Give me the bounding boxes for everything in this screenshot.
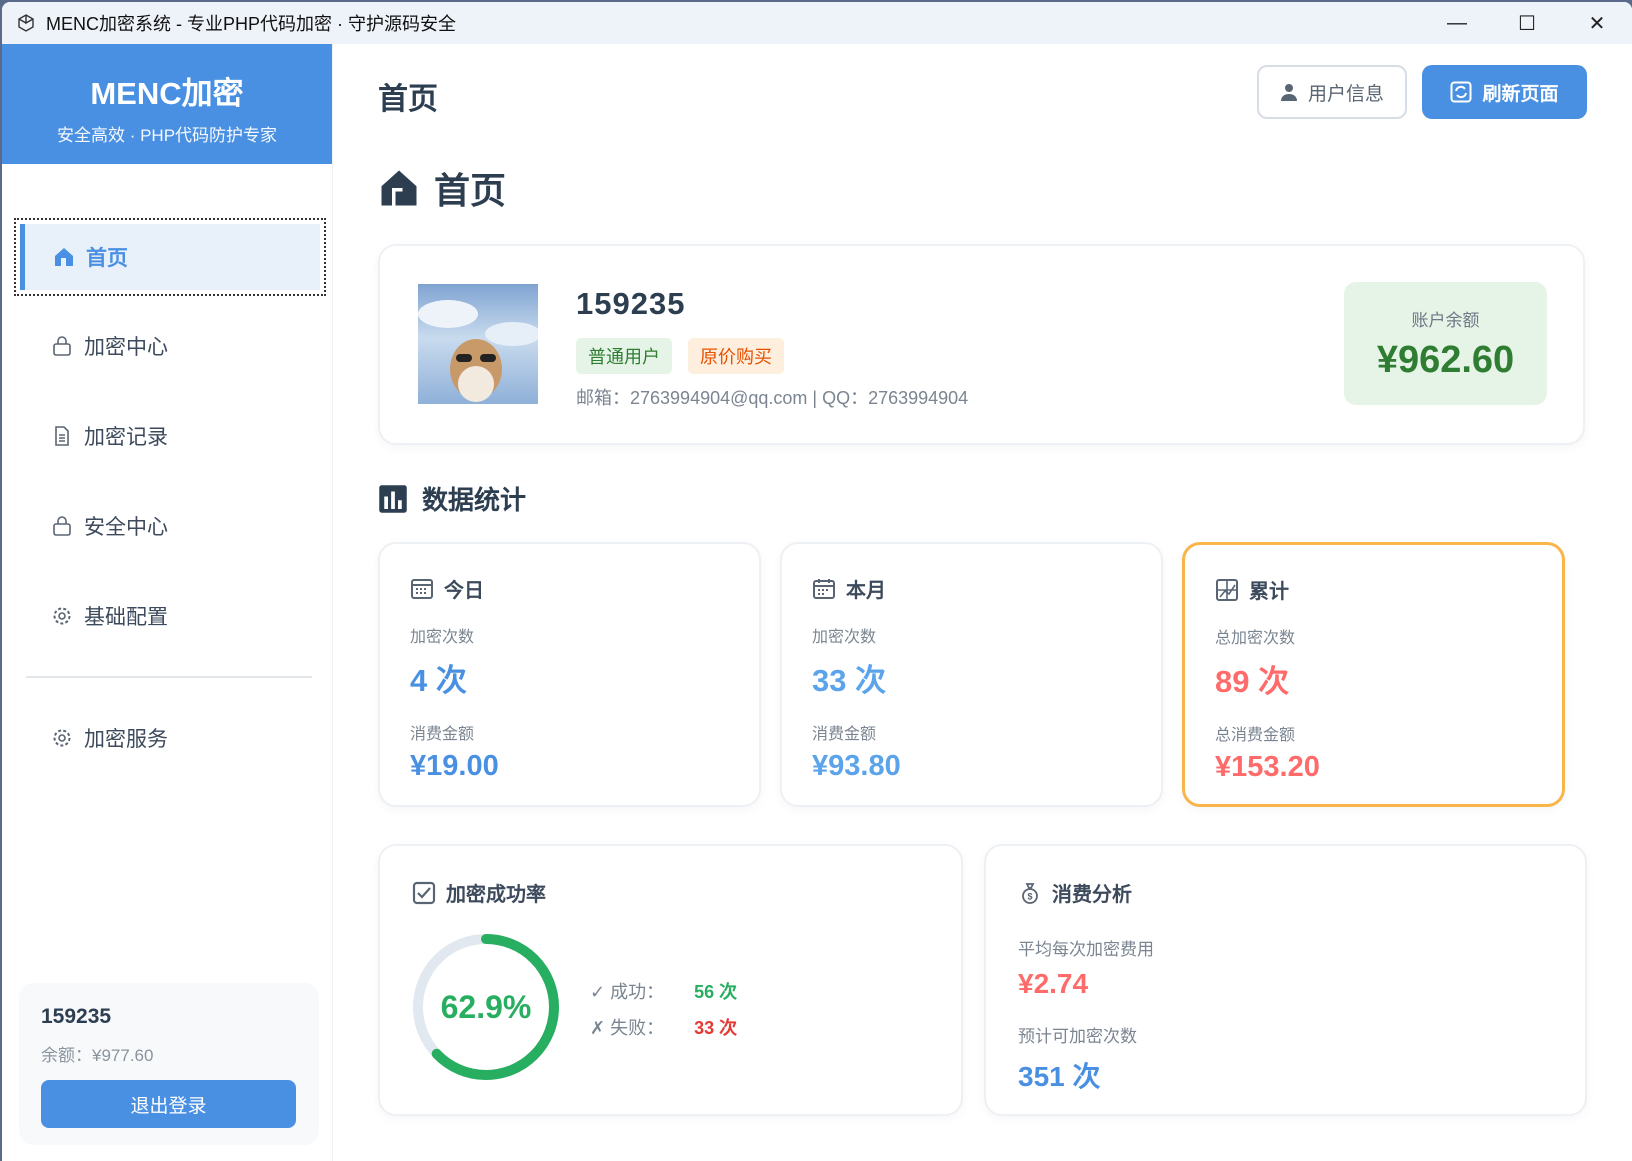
calendar-icon [813, 578, 835, 599]
maximize-button[interactable]: ☐ [1492, 2, 1562, 44]
lock-icon [53, 516, 71, 536]
profile-contact: 邮箱：2763994904@qq.com | QQ：2763994904 [576, 388, 969, 408]
sidebar-divider [26, 676, 312, 678]
estimated-count-label: 预计可加密次数 [1018, 1027, 1137, 1046]
checkbox-icon [412, 881, 436, 904]
page-title: 首页 [378, 83, 438, 116]
sidebar-item-security-center[interactable]: 安全中心 [20, 493, 320, 559]
stat-amount: ¥19.00 [410, 750, 499, 782]
gear-icon [53, 729, 71, 747]
stat-count: 89 次 [1215, 664, 1290, 699]
success-rate-value: 62.9% [440, 988, 532, 1025]
analysis-title: 消费分析 [1052, 884, 1132, 906]
stat-card-month: 本月 加密次数 33 次 消费金额 ¥93.80 [780, 542, 1163, 807]
estimated-count-value: 351 次 [1018, 1061, 1101, 1092]
success-label: ✓ 成功： [590, 982, 665, 1002]
sidebar-item-home[interactable]: 首页 [14, 218, 326, 296]
success-legend: ✓ 成功： 56 次 ✗ 失败： 33 次 [590, 974, 737, 1046]
calendar-icon [411, 578, 433, 599]
stat-count-label: 加密次数 [812, 629, 877, 646]
stat-count: 4 次 [410, 663, 467, 698]
user-info-label: 用户信息 [1307, 83, 1384, 105]
grid-chart-icon [1216, 578, 1238, 601]
refresh-label: 刷新页面 [1482, 83, 1559, 105]
app-icon [18, 14, 34, 32]
stat-card-today: 今日 加密次数 4 次 消费金额 ¥19.00 [378, 542, 761, 807]
brand-name: MENC加密 [90, 76, 244, 111]
stat-amount: ¥93.80 [812, 750, 901, 782]
sidebar-item-label: 加密中心 [84, 336, 168, 359]
success-count: 56 次 [694, 982, 738, 1002]
fail-label: ✗ 失败： [590, 1018, 665, 1038]
close-button[interactable]: ✕ [1562, 2, 1632, 44]
lock-icon [53, 336, 71, 356]
stat-title: 今日 [444, 580, 484, 602]
stat-amount-label: 消费金额 [410, 726, 475, 743]
stat-amount: ¥153.20 [1215, 751, 1320, 783]
sidebar-item-label: 安全中心 [84, 516, 168, 539]
stats-heading: 数据统计 [378, 480, 526, 517]
stat-count: 33 次 [812, 663, 887, 698]
document-icon [55, 426, 69, 446]
sidebar-item-encrypt-service[interactable]: 加密服务 [20, 705, 320, 771]
title-bar: MENC加密系统 - 专业PHP代码加密 · 守护源码安全 [2, 2, 1632, 44]
page-heading-text: 首页 [434, 170, 507, 211]
brand-header: MENC加密 安全高效 · PHP代码防护专家 [2, 44, 332, 164]
sidebar-item-label: 首页 [86, 247, 128, 270]
brand-slogan: 安全高效 · PHP代码防护专家 [56, 126, 278, 145]
sidebar-item-label: 加密记录 [84, 426, 168, 449]
stat-count-label: 加密次数 [410, 629, 475, 646]
success-rate-card: 加密成功率 62.9% ✓ 成功： 56 次 ✗ 失败： 33 次 [378, 844, 963, 1116]
page-heading: 首页 [378, 162, 506, 214]
main-content: 首页 用户信息 刷新页面 首页 159235 普通用户 原价购买 邮箱：2763… [333, 44, 1632, 1161]
fail-count: 33 次 [694, 1018, 738, 1038]
refresh-icon [1450, 81, 1472, 103]
sidebar-user-balance: 余额：¥977.60 [41, 1046, 154, 1065]
user-type-badge: 普通用户 [576, 338, 672, 374]
user-info-button[interactable]: 用户信息 [1257, 65, 1407, 119]
success-rate-title: 加密成功率 [446, 884, 546, 906]
balance-label: 账户余额 [1411, 311, 1480, 330]
sidebar-user-box: 159235 余额：¥977.60 退出登录 [19, 983, 319, 1145]
stat-amount-label: 总消费金额 [1215, 727, 1296, 744]
stat-card-total: 累计 总加密次数 89 次 总消费金额 ¥153.20 [1182, 542, 1565, 807]
home-icon [381, 170, 417, 206]
user-icon [1280, 84, 1297, 101]
minimize-button[interactable]: — [1422, 2, 1492, 44]
stat-title: 累计 [1249, 581, 1289, 603]
profile-card: 159235 普通用户 原价购买 邮箱：2763994904@qq.com | … [378, 244, 1585, 445]
money-bag-icon: $ [1022, 882, 1038, 904]
sidebar-item-label: 加密服务 [84, 728, 168, 751]
sidebar-item-basic-config[interactable]: 基础配置 [20, 583, 320, 649]
sidebar-item-encrypt-center[interactable]: 加密中心 [20, 313, 320, 379]
stat-title: 本月 [846, 580, 886, 602]
svg-text:$: $ [1027, 891, 1032, 901]
window-title: MENC加密系统 - 专业PHP代码加密 · 守护源码安全 [46, 14, 456, 34]
app-window: MENC加密系统 - 专业PHP代码加密 · 守护源码安全 — ☐ ✕ MENC… [2, 2, 1632, 1161]
sidebar-user-id: 159235 [41, 1005, 112, 1028]
avatar [418, 284, 538, 404]
sidebar: MENC加密 安全高效 · PHP代码防护专家 首页 加密中心 加密记录 安全中… [2, 44, 333, 1161]
bar-chart-icon [379, 484, 407, 513]
sidebar-item-label: 基础配置 [84, 606, 168, 629]
home-icon [55, 248, 73, 266]
avg-cost-value: ¥2.74 [1018, 968, 1089, 999]
consumption-analysis-card: $ 消费分析 平均每次加密费用 ¥2.74 预计可加密次数 351 次 [984, 844, 1587, 1116]
profile-user-id: 159235 [576, 286, 686, 321]
refresh-button[interactable]: 刷新页面 [1422, 65, 1587, 119]
balance-value: ¥962.60 [1376, 339, 1515, 381]
gear-icon [53, 607, 71, 625]
stat-count-label: 总加密次数 [1215, 630, 1296, 647]
balance-box: 账户余额 ¥962.60 [1344, 282, 1547, 405]
stats-heading-text: 数据统计 [422, 485, 527, 515]
pricing-badge: 原价购买 [688, 338, 784, 374]
sidebar-item-encrypt-records[interactable]: 加密记录 [20, 403, 320, 469]
stat-amount-label: 消费金额 [812, 726, 877, 743]
logout-button[interactable]: 退出登录 [41, 1080, 296, 1128]
avg-cost-label: 平均每次加密费用 [1018, 940, 1154, 959]
